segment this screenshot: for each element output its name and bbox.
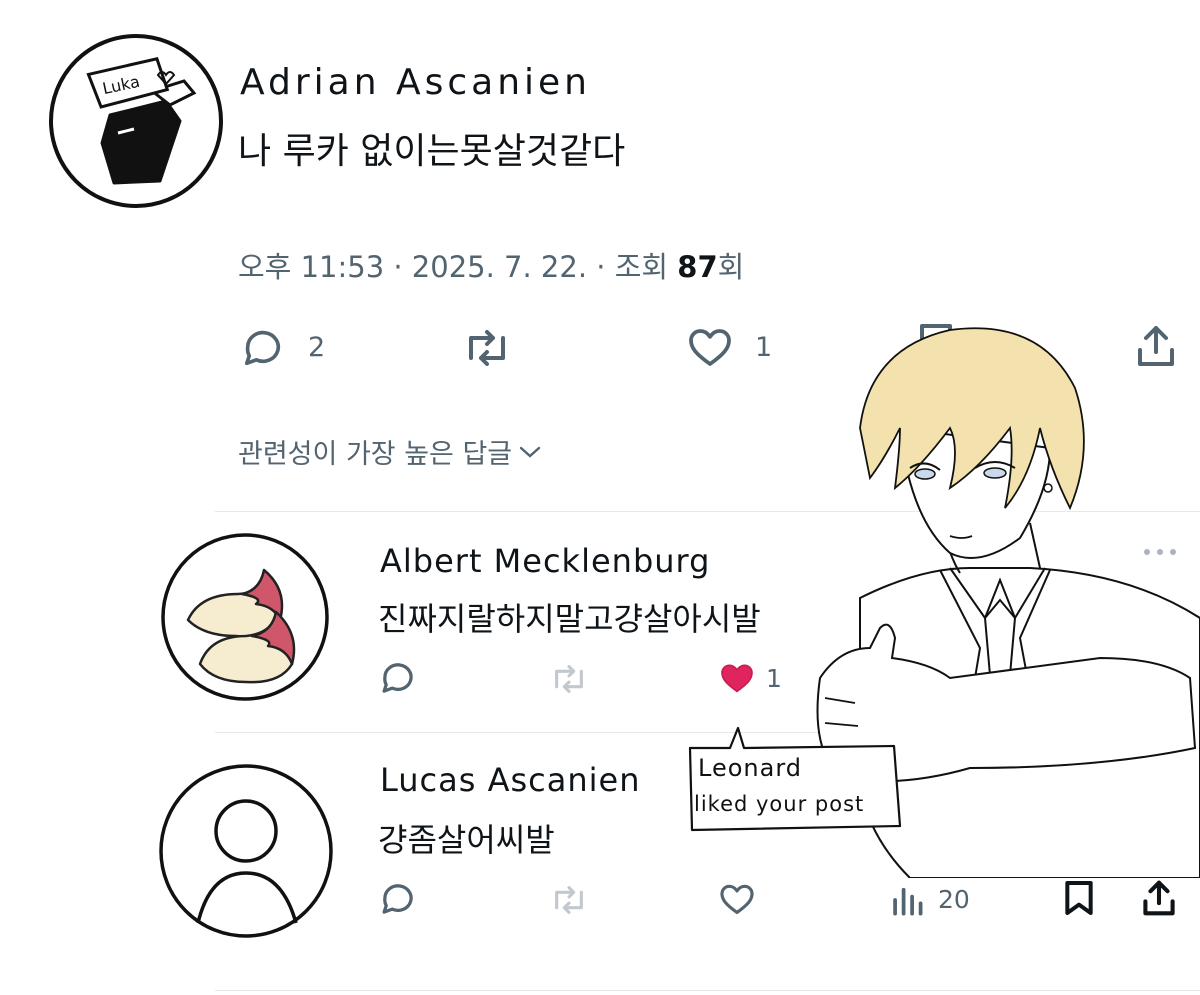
reply-1-like-button[interactable]: [718, 660, 756, 696]
reply-button[interactable]: [240, 327, 286, 369]
reply-1-retweet-button[interactable]: [548, 662, 590, 696]
reply-2-text: 걍좀살어씨발: [378, 821, 555, 859]
reply-2-retweet-button[interactable]: [548, 883, 590, 917]
post-avatar[interactable]: Luka: [48, 33, 224, 209]
like-count: 1: [755, 332, 773, 363]
reply-2-share-button[interactable]: [1142, 879, 1176, 917]
post-text: 나 루카 없이는못살것같다: [238, 131, 626, 172]
reply-1-avatar[interactable]: [160, 532, 330, 702]
reply-2-author[interactable]: Lucas Ascanien: [380, 761, 641, 799]
reply-1-author[interactable]: Albert Mecklenburg: [380, 542, 710, 580]
heart-icon: [720, 884, 754, 915]
reply-1-like-count: 1: [766, 664, 782, 693]
share-button[interactable]: [1136, 324, 1176, 368]
reply-icon: [244, 330, 281, 366]
retweet-button[interactable]: [460, 326, 514, 370]
post-timestamp: 오후 11:53 · 2025. 7. 22. · 조회: [238, 250, 678, 284]
reply-icon: [382, 663, 413, 693]
reply-icon: [382, 884, 413, 914]
views-icon: [893, 666, 923, 695]
bookmark-icon: [1065, 660, 1093, 694]
reply-sort-label: 관련성이 가장 높은 답글: [238, 439, 513, 470]
reply-1-views-button[interactable]: [890, 662, 924, 696]
like-button[interactable]: [686, 325, 734, 369]
views-icon: [893, 887, 923, 916]
reply-2-bookmark-button[interactable]: [1064, 879, 1094, 917]
retweet-icon: [469, 330, 505, 366]
reply-2[interactable]: Lucas Ascanien 걍좀살어씨발 20: [0, 733, 1200, 963]
bookmark-button[interactable]: [918, 322, 954, 366]
retweet-icon: [555, 665, 583, 693]
share-icon: [1143, 659, 1175, 695]
reply-1-bookmark-button[interactable]: [1064, 658, 1094, 696]
reply-2-avatar[interactable]: [158, 763, 334, 939]
more-icon: [1144, 549, 1176, 555]
reply-sort-dropdown[interactable]: 관련성이 가장 높은 답글: [238, 432, 542, 471]
reply-2-reply-button[interactable]: [378, 881, 418, 917]
reply-1-view-count: 10: [938, 664, 970, 693]
post-view-suffix: 회: [717, 250, 745, 284]
speech-bubble: Leonard liked your post: [684, 726, 906, 836]
retweet-icon: [555, 886, 583, 914]
reply-1-reply-button[interactable]: [378, 660, 418, 696]
divider-bottom: [215, 990, 1200, 991]
reply-1-share-button[interactable]: [1142, 658, 1176, 696]
speech-bubble-line-1: Leonard: [698, 754, 802, 782]
chevron-down-icon: [518, 444, 542, 460]
reply-1-text: 진짜지랄하지말고걍살아시발: [378, 600, 761, 638]
reply-2-views-button[interactable]: [890, 883, 924, 917]
speech-bubble-line-2: liked your post: [694, 792, 865, 816]
post-view-count: 87: [677, 250, 718, 284]
bookmark-icon: [1065, 881, 1093, 915]
share-icon: [1138, 326, 1174, 366]
share-icon: [1143, 880, 1175, 916]
heart-icon: [689, 329, 731, 366]
reply-2-view-count: 20: [938, 885, 970, 914]
heart-filled-icon: [721, 664, 753, 693]
reply-1[interactable]: Albert Mecklenburg 진짜지랄하지말고걍살아시발 1 10: [0, 512, 1200, 732]
reply-1-more-button[interactable]: [1142, 542, 1178, 561]
bookmark-icon: [920, 324, 952, 364]
reply-2-like-button[interactable]: [718, 881, 756, 917]
post-meta: 오후 11:53 · 2025. 7. 22. · 조회 87회: [238, 244, 744, 286]
reply-count: 2: [308, 332, 326, 363]
post-author-name[interactable]: Adrian Ascanien: [240, 62, 591, 103]
